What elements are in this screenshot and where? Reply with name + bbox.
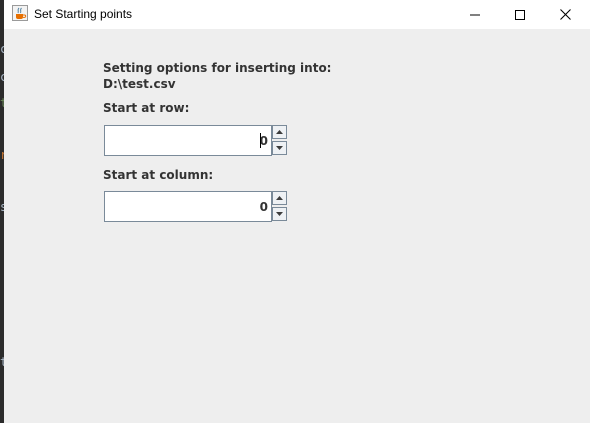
start-column-value: 0 <box>259 200 268 214</box>
title-bar[interactable]: Set Starting points <box>4 0 590 29</box>
target-file-path: D:\test.csv <box>103 77 176 91</box>
minimize-icon <box>470 14 480 15</box>
start-column-input[interactable]: 0 <box>104 191 272 222</box>
arrow-up-icon <box>276 130 283 134</box>
close-icon <box>559 9 571 20</box>
arrow-up-icon <box>276 196 283 200</box>
start-row-decrement-button[interactable] <box>272 141 287 155</box>
dialog-content: Setting options for inserting into: D:\t… <box>4 29 590 423</box>
text-caret <box>260 133 261 148</box>
start-row-input[interactable]: 0 <box>104 125 272 156</box>
arrow-down-icon <box>276 212 283 216</box>
start-row-label: Start at row: <box>103 101 190 115</box>
maximize-button[interactable] <box>497 0 543 29</box>
window-title: Set Starting points <box>34 7 133 21</box>
minimize-button[interactable] <box>452 0 498 29</box>
start-column-increment-button[interactable] <box>272 191 287 205</box>
start-column-decrement-button[interactable] <box>272 207 287 221</box>
set-starting-points-dialog: Set Starting points Setting options for … <box>4 0 590 423</box>
close-button[interactable] <box>542 0 588 29</box>
start-column-spinner: 0 <box>104 191 288 222</box>
heading-line-1: Setting options for inserting into: <box>103 61 332 75</box>
start-row-spinner: 0 <box>104 125 288 156</box>
maximize-icon <box>515 9 525 20</box>
java-cup-icon <box>12 5 28 21</box>
arrow-down-icon <box>276 146 283 150</box>
start-column-label: Start at column: <box>103 168 214 182</box>
start-row-increment-button[interactable] <box>272 125 287 139</box>
